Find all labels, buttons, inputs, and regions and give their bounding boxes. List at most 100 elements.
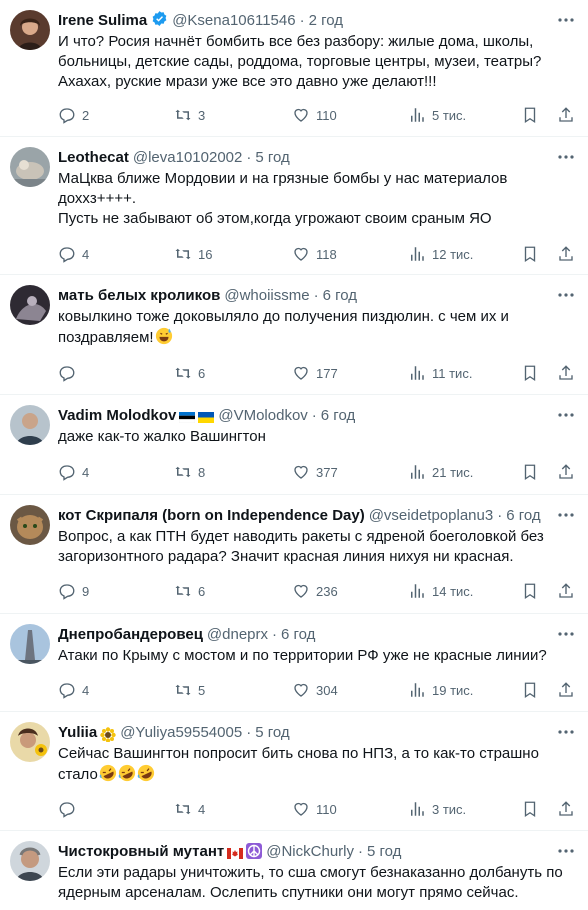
canada-flag-icon xyxy=(227,846,244,859)
reply-button[interactable]: 9 xyxy=(58,581,89,601)
more-icon[interactable] xyxy=(556,407,576,423)
tweet[interactable]: Чистокровный мутант @NickChurly · 5 год … xyxy=(0,831,588,910)
author-name[interactable]: Leothecat xyxy=(58,149,129,166)
author-handle[interactable]: @NickChurly xyxy=(266,843,354,860)
tweet[interactable]: Irene Sulima @Ksena10611546 · 2 год И чт… xyxy=(0,0,588,137)
timestamp[interactable]: 6 год xyxy=(323,287,357,304)
like-icon xyxy=(294,683,308,697)
author-handle[interactable]: @whoiissme xyxy=(224,287,309,304)
author-name[interactable]: Vadim Molodkov xyxy=(58,407,176,424)
views-button[interactable]: 14 тис. xyxy=(408,581,473,601)
author-name[interactable]: Yuliia xyxy=(58,724,97,741)
timestamp[interactable]: 6 год xyxy=(281,626,315,643)
tweet[interactable]: Leothecat @leva10102002 · 5 год МаЦква б… xyxy=(0,137,588,275)
estonia-flag-icon xyxy=(179,410,196,423)
share-icon[interactable] xyxy=(556,462,576,482)
bookmark-icon[interactable] xyxy=(520,462,540,482)
author-handle[interactable]: @Ksena10611546 xyxy=(172,12,295,29)
like-button[interactable]: 110 xyxy=(292,105,337,125)
like-button[interactable]: 377 xyxy=(292,462,338,482)
author-name[interactable]: Чистокровный мутант xyxy=(58,843,224,860)
avatar[interactable] xyxy=(10,624,50,664)
more-icon[interactable] xyxy=(556,12,576,28)
avatar[interactable] xyxy=(10,405,50,445)
views-button[interactable]: 21 тис. xyxy=(408,462,473,482)
tweet[interactable]: кот Скрипаля (born on Independence Day) … xyxy=(0,495,588,614)
like-icon xyxy=(294,584,308,598)
tweet-text: МаЦква ближе Мордовии и на грязные бомбы… xyxy=(58,170,508,227)
bookmark-icon[interactable] xyxy=(520,363,540,383)
like-button[interactable]: 118 xyxy=(292,244,337,264)
views-button[interactable]: 11 тис. xyxy=(408,363,472,383)
author-name[interactable]: мать белых кроликов xyxy=(58,287,220,304)
retweet-button[interactable]: 16 xyxy=(174,244,212,264)
like-button[interactable]: 177 xyxy=(292,363,338,383)
retweet-button[interactable]: 3 xyxy=(174,105,205,125)
more-icon[interactable] xyxy=(556,626,576,642)
avatar[interactable] xyxy=(10,285,50,325)
author-handle[interactable]: @Yuliya59554005 xyxy=(120,724,242,741)
reply-button[interactable]: 4 xyxy=(58,244,89,264)
rofl-emoji-icon xyxy=(99,764,117,782)
avatar[interactable] xyxy=(10,505,50,545)
retweet-button[interactable]: 5 xyxy=(174,680,205,700)
share-icon[interactable] xyxy=(556,363,576,383)
more-icon[interactable] xyxy=(556,724,576,740)
bookmark-icon[interactable] xyxy=(520,105,540,125)
bookmark-icon[interactable] xyxy=(520,799,540,819)
timestamp[interactable]: 2 год xyxy=(309,12,343,29)
tweet[interactable]: Yuliia @Yuliya59554005 · 5 год Сейчас Ва… xyxy=(0,712,588,831)
author-handle[interactable]: @dneprx xyxy=(207,626,268,643)
author-name[interactable]: кот Скрипаля (born on Independence Day) xyxy=(58,507,365,524)
share-icon[interactable] xyxy=(556,680,576,700)
reply-button[interactable]: 2 xyxy=(58,105,89,125)
views-icon xyxy=(411,366,424,380)
retweet-button[interactable]: 6 xyxy=(174,363,205,383)
more-icon[interactable] xyxy=(556,287,576,303)
tweet[interactable]: Vadim Molodkov @VMolodkov · 6 год даже к… xyxy=(0,395,588,495)
more-icon[interactable] xyxy=(556,507,576,523)
reply-button[interactable]: 4 xyxy=(58,462,89,482)
share-icon[interactable] xyxy=(556,105,576,125)
tweet-text: Атаки по Крыму с мостом и по территории … xyxy=(58,647,547,664)
action-bar: 4 110 3 тис. xyxy=(58,799,576,819)
share-icon[interactable] xyxy=(556,799,576,819)
author-handle[interactable]: @vseidetpoplanu3 xyxy=(369,507,493,524)
avatar[interactable] xyxy=(10,147,50,187)
timestamp[interactable]: 5 год xyxy=(255,149,289,166)
retweet-button[interactable]: 8 xyxy=(174,462,205,482)
views-button[interactable]: 12 тис. xyxy=(408,244,473,264)
more-icon[interactable] xyxy=(556,149,576,165)
author-handle[interactable]: @leva10102002 xyxy=(133,149,242,166)
views-button[interactable]: 5 тис. xyxy=(408,105,466,125)
author-name[interactable]: Днепробандеровец xyxy=(58,626,203,643)
timestamp[interactable]: 6 год xyxy=(321,407,355,424)
reply-button[interactable] xyxy=(58,799,82,819)
retweet-button[interactable]: 6 xyxy=(174,581,205,601)
author-handle[interactable]: @VMolodkov xyxy=(218,407,307,424)
more-icon[interactable] xyxy=(556,843,576,859)
bookmark-icon[interactable] xyxy=(520,581,540,601)
retweet-button[interactable]: 4 xyxy=(174,799,205,819)
avatar[interactable] xyxy=(10,10,50,50)
like-button[interactable]: 110 xyxy=(292,799,337,819)
share-icon[interactable] xyxy=(556,244,576,264)
like-button[interactable]: 236 xyxy=(292,581,338,601)
rofl-emoji-icon xyxy=(118,764,136,782)
avatar[interactable] xyxy=(10,722,50,762)
timestamp[interactable]: 5 год xyxy=(367,843,401,860)
reply-button[interactable]: 4 xyxy=(58,680,89,700)
views-button[interactable]: 19 тис. xyxy=(408,680,473,700)
tweet[interactable]: Днепробандеровец @dneprx · 6 год Атаки п… xyxy=(0,614,588,712)
share-icon[interactable] xyxy=(556,581,576,601)
bookmark-icon[interactable] xyxy=(520,244,540,264)
timestamp[interactable]: 5 год xyxy=(255,724,289,741)
avatar[interactable] xyxy=(10,841,50,881)
bookmark-icon[interactable] xyxy=(520,680,540,700)
tweet[interactable]: мать белых кроликов @whoiissme · 6 год к… xyxy=(0,275,588,395)
timestamp[interactable]: 6 год xyxy=(506,507,540,524)
author-name[interactable]: Irene Sulima xyxy=(58,12,147,29)
views-button[interactable]: 3 тис. xyxy=(408,799,466,819)
like-button[interactable]: 304 xyxy=(292,680,338,700)
reply-button[interactable] xyxy=(58,363,82,383)
